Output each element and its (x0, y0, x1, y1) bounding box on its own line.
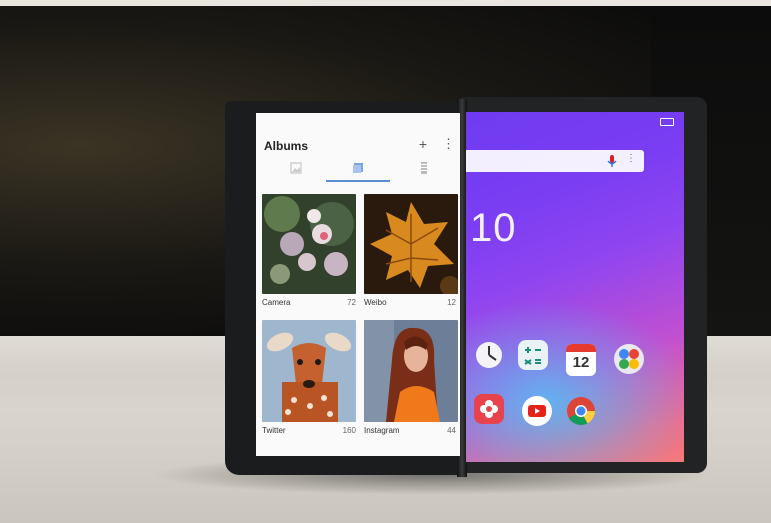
portrait-photo (364, 320, 458, 422)
album-count: 160 (342, 426, 356, 435)
tab-albums[interactable] (350, 161, 366, 175)
album-icon (353, 163, 363, 173)
album-count: 12 (447, 298, 456, 307)
album-name: Twitter (262, 426, 286, 435)
battery-icon (660, 118, 674, 126)
chrome-icon[interactable] (566, 396, 596, 426)
calendar-icon[interactable]: 12 (566, 344, 596, 376)
google-apps-icon[interactable] (614, 344, 644, 374)
flower-app-icon[interactable] (474, 394, 504, 424)
youtube-icon[interactable] (522, 396, 552, 426)
more-options-button[interactable]: ⋮ (442, 137, 455, 151)
albums-screen: Albums + ⋮ Camera 72 Weibo 12 Twitter 16… (256, 113, 460, 456)
photo-icon (290, 162, 302, 174)
album-count: 44 (447, 426, 456, 435)
calendar-day: 12 (572, 354, 590, 371)
tab-photos[interactable] (288, 161, 304, 175)
album-thumb-camera[interactable] (262, 194, 356, 294)
search-more-button[interactable]: ⋮ (626, 153, 636, 164)
calculator-icon[interactable] (518, 340, 548, 370)
album-name: Instagram (364, 426, 400, 435)
albums-title: Albums (264, 139, 309, 153)
album-name: Weibo (364, 298, 387, 307)
collection-icon (420, 162, 428, 174)
tab-indicator (326, 180, 390, 182)
deer-photo (262, 320, 356, 422)
album-name: Camera (262, 298, 291, 307)
calendar-header (566, 344, 596, 352)
clock-widget[interactable]: 10 (470, 206, 517, 251)
album-thumb-instagram[interactable] (364, 320, 458, 422)
add-album-button[interactable]: + (416, 137, 430, 151)
tab-collections[interactable] (416, 161, 432, 175)
home-screen: ⋮ 10 12 (466, 112, 684, 462)
album-thumb-weibo[interactable] (364, 194, 458, 294)
mic-icon[interactable] (606, 154, 618, 168)
flower-photo (262, 194, 356, 294)
album-thumb-twitter[interactable] (262, 320, 356, 422)
album-count: 72 (347, 298, 356, 307)
autumn-leaf-photo (364, 194, 458, 294)
clock-icon[interactable] (474, 340, 504, 370)
